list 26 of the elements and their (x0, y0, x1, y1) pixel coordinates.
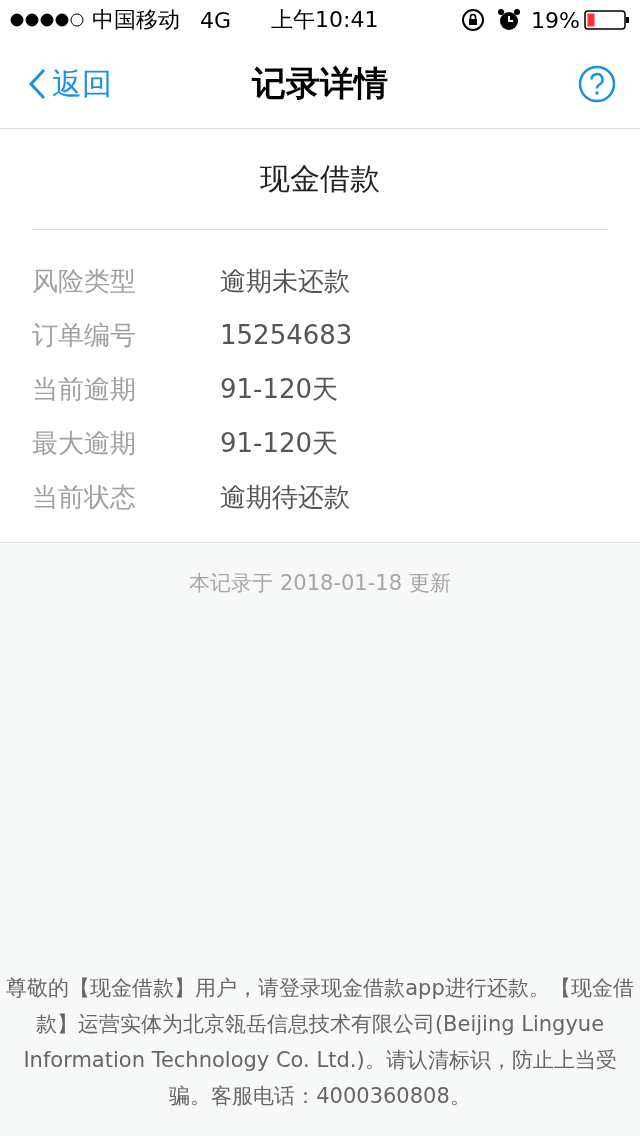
battery-icon (584, 10, 630, 30)
carrier: 中国移动 (92, 6, 180, 34)
field-label: 订单编号 (32, 318, 137, 352)
field-value: 逾期未还款 (220, 264, 350, 298)
footer-notice: 尊敬的【现金借款】用户，请登录现金借款app进行还款。【现金借款】运营实体为北京瓴岳信息技术有限公司(Beijing Lingyue Information Technology Co. Ltd.)。请认清标识，防止上当受骗。客服电话：4000360808。 (5, 975, 635, 1110)
signal-icon (10, 13, 86, 27)
chevron-left-icon (28, 68, 46, 100)
field-label: 当前逾期 (32, 372, 137, 406)
field-value: 91-120天 (220, 426, 339, 460)
update-note: 本记录于 2018-01-18 更新 (189, 571, 451, 595)
field-value: 91-120天 (220, 372, 339, 406)
battery-percent: 19% (531, 7, 580, 33)
field-label: 最大逾期 (32, 426, 137, 460)
network-type: 4G (200, 7, 232, 33)
field-value: 15254683 (220, 320, 353, 350)
field-label: 当前状态 (32, 480, 137, 514)
field-label: 风险类型 (32, 264, 137, 298)
record-title: 现金借款 (260, 159, 380, 198)
rotation-lock-icon (461, 8, 486, 32)
page-title: 记录详情 (252, 63, 388, 103)
alarm-icon (497, 8, 522, 32)
help-button[interactable] (578, 65, 616, 103)
back-button[interactable]: 返回 (28, 63, 112, 105)
field-value: 逾期待还款 (220, 480, 350, 514)
clock: 上午10:41 (271, 6, 379, 34)
question-mark-icon (578, 65, 616, 103)
